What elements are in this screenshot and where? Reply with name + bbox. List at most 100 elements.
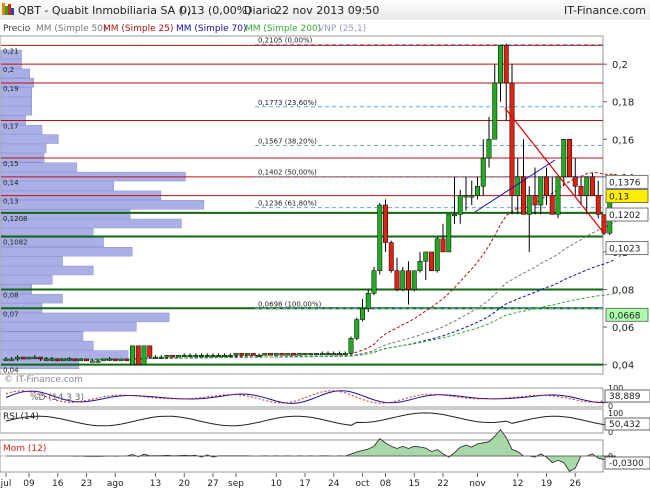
candle-up — [515, 176, 521, 196]
candle-up — [377, 204, 383, 271]
left-level-label: 0,1208 — [3, 215, 28, 223]
candle-up — [561, 139, 567, 178]
volume-profile-bar — [0, 275, 53, 285]
candle-up — [475, 185, 480, 196]
header-brand[interactable]: IT-Finance.com — [564, 4, 646, 17]
candle-up — [245, 353, 250, 356]
chart-root: QBT - Quabit Inmobiliaria SA (-) 0,13 (0… — [0, 0, 650, 490]
candle-up — [95, 360, 101, 363]
candle-up — [204, 354, 210, 357]
candle-up — [584, 176, 590, 196]
left-level-label: 0,17 — [3, 123, 19, 131]
price-y-tick-label: 0,04 — [612, 361, 634, 372]
volume-profile — [0, 49, 205, 370]
candle-up — [302, 353, 308, 356]
candle-up — [118, 358, 124, 362]
candle-up — [331, 353, 337, 356]
candle-up — [153, 356, 158, 359]
candle-up — [446, 214, 452, 253]
x-tick-label: oct — [356, 479, 370, 489]
candle-down — [55, 358, 61, 362]
candle-up — [233, 353, 239, 356]
candle-up — [325, 353, 331, 356]
candle-up — [411, 270, 417, 290]
x-tick-label: 16 — [52, 479, 64, 489]
volume-profile-bar — [0, 331, 84, 341]
candle-down — [578, 185, 584, 196]
stochastic-value: 38,889 — [609, 392, 641, 402]
x-tick-label: 10 — [271, 479, 283, 489]
candle-up — [262, 353, 268, 356]
fibonacci-label: 0,0698 (100,00%) — [258, 301, 322, 309]
watermark: © IT-Finance.com — [4, 375, 83, 385]
candle-down — [84, 358, 89, 362]
left-level-label: 0,15 — [3, 160, 19, 168]
mm70-line — [34, 258, 616, 360]
candle-down — [20, 356, 26, 360]
candle-down — [124, 358, 130, 362]
price-y-tick-label: 0,06 — [612, 323, 634, 334]
candle-up — [296, 353, 302, 356]
candle-up — [216, 354, 222, 357]
candle-up — [538, 176, 544, 206]
x-tick-label: 22 — [437, 479, 448, 489]
x-tick-label: 17 — [299, 479, 310, 489]
candle-down — [268, 353, 273, 356]
candle-up — [15, 356, 20, 360]
fibonacci-label: 0,1773 (23,60%) — [258, 99, 317, 107]
volume-profile-bar — [0, 200, 205, 210]
value-badge-label: 0,13 — [609, 193, 629, 203]
x-tick-label: nov — [469, 479, 486, 489]
candle-up — [107, 358, 112, 361]
momentum-label: Mom (12) — [3, 444, 46, 454]
stochastic-label: %D (14 3 3) — [30, 393, 84, 403]
candle-down — [38, 356, 43, 360]
price-y-tick-label: 0,16 — [612, 135, 634, 146]
candle-down — [544, 176, 549, 196]
candle-down — [509, 82, 515, 196]
candle-up — [555, 176, 561, 215]
header-title: QBT - Quabit Inmobiliaria SA (-) — [18, 4, 191, 17]
candle-down — [394, 270, 400, 290]
candle-up — [158, 356, 164, 359]
x-tick-label: 15 — [409, 479, 420, 489]
candle-up — [285, 353, 291, 356]
candle-down — [383, 204, 388, 243]
x-tick-label: 19 — [541, 479, 553, 489]
candle-up — [222, 354, 227, 357]
candle-up — [337, 353, 342, 356]
x-tick-label: 12 — [512, 479, 523, 489]
momentum-value: -0,0300 — [609, 459, 644, 469]
volume-profile-bar — [0, 134, 59, 144]
candle-down — [549, 195, 555, 215]
candle-down — [595, 195, 601, 215]
candle-down — [532, 195, 538, 206]
candle-up — [61, 358, 66, 362]
candle-down — [440, 238, 446, 253]
left-level-label: 0,13 — [3, 198, 19, 206]
legend-vnp: VNP (25,1) — [318, 24, 366, 34]
candle-up — [417, 261, 423, 271]
candle-up — [176, 354, 181, 358]
candle-up — [32, 356, 38, 359]
value-badge-label: 0,1023 — [609, 245, 641, 255]
volume-profile-bar — [0, 106, 32, 116]
candle-down — [429, 251, 434, 271]
legend: Precio MM (Simple 50) MM (Simple 25) MM … — [3, 24, 366, 34]
fibonacci-levels: 0,2105 (0,00%) 0,1773 (23,60%) 0,1567 (38,… — [255, 36, 603, 310]
stochastic-panel-frame — [0, 387, 604, 408]
candle-down — [239, 353, 245, 356]
value-badge-label: 0,1202 — [609, 211, 641, 221]
x-tick-label: 13 — [150, 479, 161, 489]
price-y-tick-label: 0,18 — [612, 98, 634, 109]
candle-up — [49, 358, 55, 361]
volume-profile-bar — [0, 247, 133, 257]
x-tick-label: 20 — [179, 479, 191, 489]
candle-down — [572, 176, 578, 187]
candle-up — [101, 358, 107, 362]
header-datetime: 22 nov 2013 09:50 — [275, 4, 379, 17]
candle-up — [9, 358, 15, 361]
candle-up — [480, 157, 486, 187]
candle-up — [319, 353, 325, 356]
candle-up — [452, 214, 457, 217]
